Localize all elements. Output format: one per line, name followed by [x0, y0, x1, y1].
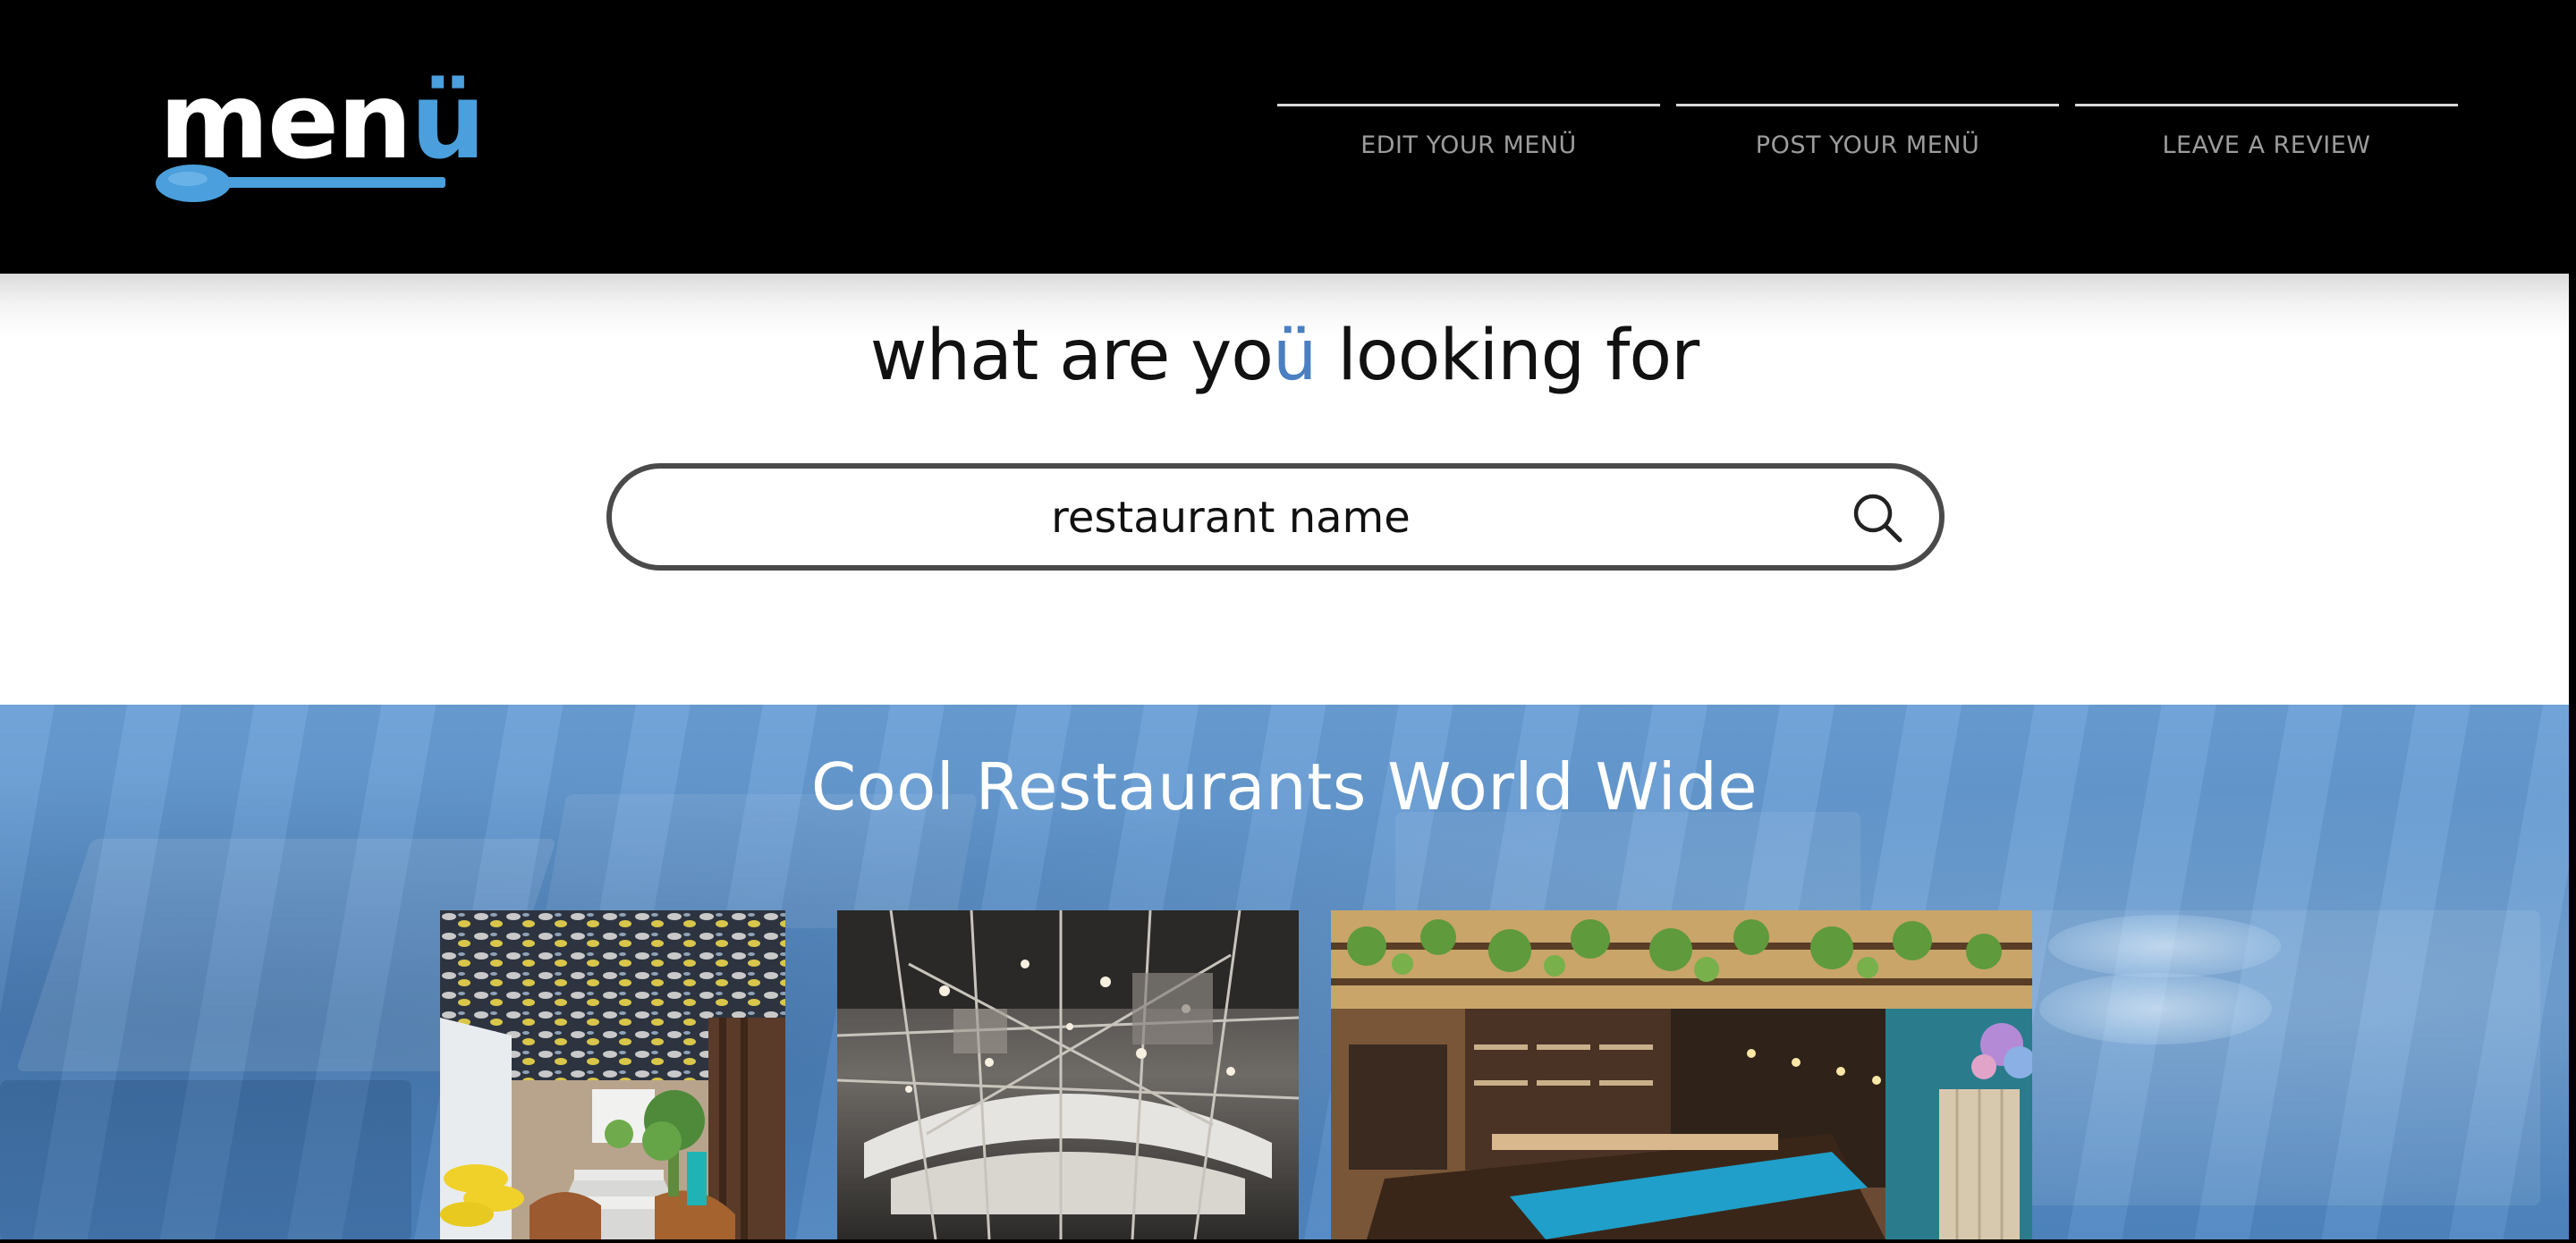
background-table-shape: [0, 1080, 411, 1239]
feature-section: Cool Restaurants World Wide: [0, 705, 2569, 1239]
background-plate-shape: [2048, 915, 2281, 977]
restaurant-photo-3[interactable]: [1331, 910, 2032, 1239]
page: menü EDIT YOUR MENÜ POST YOUR MENÜ LEAVE…: [0, 0, 2569, 1239]
restaurant-photo-2-image: [837, 910, 1299, 1239]
restaurant-photo-2[interactable]: [837, 910, 1299, 1239]
site-header: menü EDIT YOUR MENÜ POST YOUR MENÜ LEAVE…: [0, 0, 2569, 274]
spoon-icon: [156, 165, 445, 202]
restaurant-photo-1-image: [440, 910, 785, 1239]
nav-edit-your-menu[interactable]: EDIT YOUR MENÜ: [1277, 104, 1660, 175]
restaurant-photo-1[interactable]: [440, 910, 785, 1239]
heading-text-accent: ü: [1273, 316, 1317, 396]
nav-label: EDIT YOUR MENÜ: [1360, 131, 1577, 159]
search-box: [606, 463, 1945, 571]
nav-label: LEAVE A REVIEW: [2162, 131, 2371, 159]
nav-leave-a-review[interactable]: LEAVE A REVIEW: [2075, 104, 2458, 175]
heading-text-after: looking for: [1316, 316, 1699, 396]
site-logo[interactable]: menü: [154, 63, 486, 211]
background-plate-shape: [2039, 973, 2272, 1044]
restaurant-photo-3-image: [1331, 910, 2032, 1239]
search-input[interactable]: [648, 478, 1814, 558]
search-heading: what are yoü looking for: [0, 311, 2569, 401]
feature-title: Cool Restaurants World Wide: [810, 749, 1758, 824]
nav-label: POST YOUR MENÜ: [1755, 131, 1980, 159]
heading-text-before: what are yo: [869, 316, 1274, 396]
logo-wordmark: menü: [159, 68, 486, 173]
search-icon[interactable]: [1852, 492, 1903, 544]
nav-post-your-menu[interactable]: POST YOUR MENÜ: [1676, 104, 2059, 175]
search-section: what are yoü looking for: [0, 274, 2569, 705]
